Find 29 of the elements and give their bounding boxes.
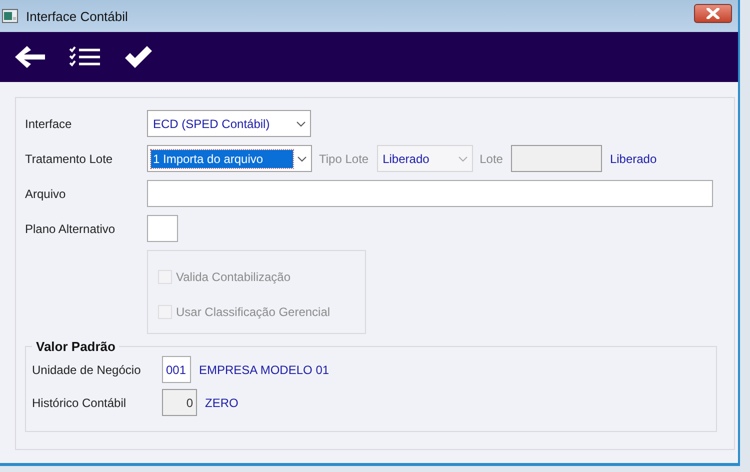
chevron-down-icon [458,156,468,162]
business-unit-field[interactable]: 001 [162,356,191,383]
window-title: Interface Contábil [26,8,129,24]
accounting-history-description: ZERO [205,396,238,410]
field-label: Tipo Lote [319,152,369,166]
checkmark-icon[interactable] [123,45,153,69]
batch-description: Liberado [610,152,657,166]
app-icon [2,9,18,23]
field-label: Plano Alternativo [25,222,116,236]
business-unit-description: EMPRESA MODELO 01 [199,362,330,376]
chevron-down-icon [296,120,306,126]
checkbox-label: Valida Contabilização [176,270,291,284]
close-button[interactable] [694,4,732,22]
checkbox-label: Usar Classificação Gerencial [176,304,330,318]
batch-treatment-dropdown[interactable]: 1 Importa do arquivo [147,145,312,172]
field-label: Histórico Contábil [32,396,128,410]
field-label: Tratamento Lote [25,152,114,166]
interface-dropdown[interactable]: ECD (SPED Contábil) [147,110,311,137]
chevron-down-icon [297,156,307,162]
file-field[interactable] [147,180,713,207]
field-label: Lote [480,152,503,166]
field-label: Unidade de Negócio [32,362,142,376]
checklist-icon[interactable] [69,46,101,68]
field-label: Arquivo [25,186,67,200]
back-arrow-icon[interactable] [13,44,47,70]
alternative-plan-field[interactable] [147,215,178,242]
field-label: Interface [25,116,73,130]
close-icon [706,8,720,18]
group-title: Valor Padrão [35,339,116,354]
